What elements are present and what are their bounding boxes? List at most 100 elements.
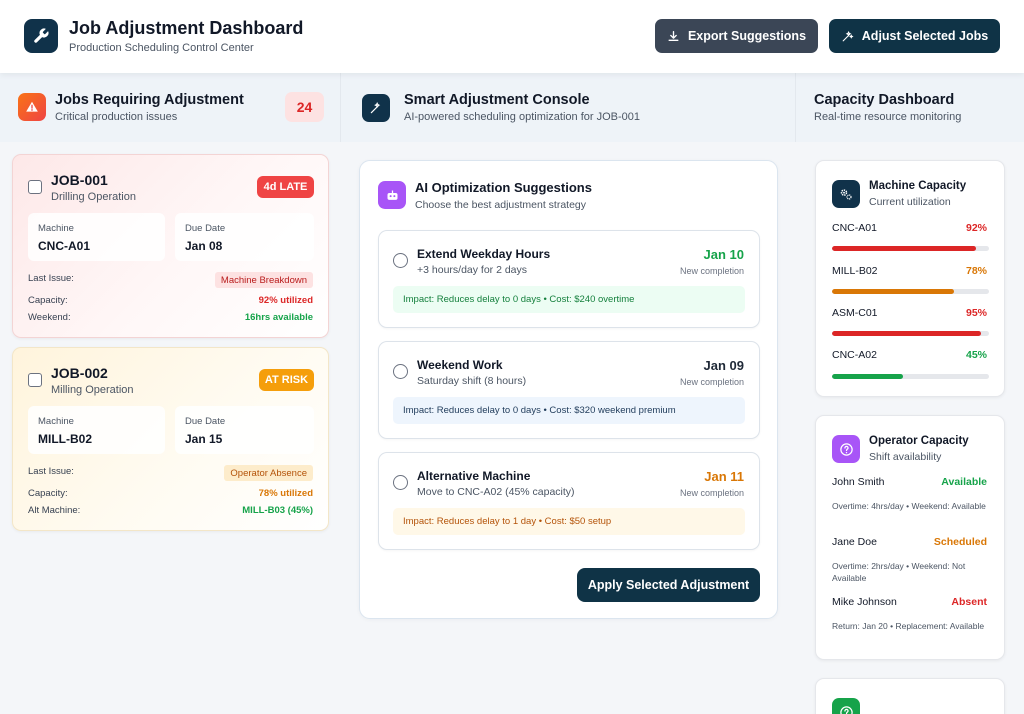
option-radio[interactable] bbox=[393, 364, 408, 379]
operator-capacity-title: Operator Capacity bbox=[869, 435, 969, 447]
option-radio[interactable] bbox=[393, 475, 408, 490]
job-id: JOB-001 bbox=[51, 172, 108, 188]
operator-name: John Smith bbox=[832, 476, 885, 488]
option-description: Move to CNC-A02 (45% capacity) bbox=[417, 486, 575, 498]
page-title: Job Adjustment Dashboard bbox=[69, 18, 304, 38]
option-completion-label: New completion bbox=[679, 377, 744, 387]
due-date-label: Due Date bbox=[185, 223, 226, 234]
last-issue-tag: Machine Breakdown bbox=[214, 272, 313, 288]
export-suggestions-button[interactable]: Export Suggestions bbox=[655, 19, 818, 53]
capacity-panel-header: Capacity Dashboard Real-time resource mo… bbox=[796, 73, 1024, 142]
wrench-icon bbox=[24, 19, 58, 53]
machine-utilization: 92% bbox=[965, 222, 987, 234]
machine-label: Machine bbox=[38, 223, 74, 234]
adjust-selected-jobs-button[interactable]: Adjust Selected Jobs bbox=[829, 19, 1000, 53]
machine-capacity-card: Machine Capacity Current utilization CNC… bbox=[815, 160, 1005, 397]
additional-capacity-card bbox=[815, 678, 1005, 714]
export-suggestions-label: Export Suggestions bbox=[687, 29, 807, 43]
operator-capacity-subtitle: Shift availability bbox=[869, 451, 942, 463]
option-impact: Impact: Reduces delay to 0 days • Cost: … bbox=[393, 286, 745, 313]
job-select-checkbox[interactable] bbox=[28, 373, 42, 387]
utilization-bar-fill bbox=[832, 374, 903, 379]
magic-wand-icon bbox=[842, 30, 854, 41]
status-badge: AT RISK bbox=[259, 369, 314, 391]
capacity-value: 92% utilized bbox=[258, 295, 313, 306]
jobs-panel-header: Jobs Requiring Adjustment Critical produ… bbox=[0, 73, 341, 142]
page-subtitle: Production Scheduling Control Center bbox=[69, 42, 254, 54]
alt-machine-label: Alt Machine: bbox=[28, 505, 81, 516]
option-radio[interactable] bbox=[393, 253, 408, 268]
capacity-subtitle: Real-time resource monitoring bbox=[814, 111, 962, 123]
capacity-title: Capacity Dashboard bbox=[814, 92, 955, 108]
option-title: Alternative Machine bbox=[417, 469, 531, 483]
option-impact: Impact: Reduces delay to 0 days • Cost: … bbox=[393, 397, 745, 424]
suggestion-option-extend-hours[interactable]: Extend Weekday Hours +3 hours/day for 2 … bbox=[378, 230, 760, 328]
machine-utilization: 78% bbox=[965, 265, 987, 277]
machine-capacity-subtitle: Current utilization bbox=[869, 196, 951, 208]
utilization-bar-fill bbox=[832, 246, 977, 251]
operator-note: Return: Jan 20 • Replacement: Available bbox=[832, 621, 985, 631]
suggestion-option-weekend-work[interactable]: Weekend Work Saturday shift (8 hours) Ja… bbox=[378, 341, 760, 439]
capacity-label: Capacity: bbox=[28, 488, 68, 499]
magic-wand-icon bbox=[362, 94, 390, 122]
machine-utilization: 95% bbox=[965, 307, 987, 319]
console-panel-header: Smart Adjustment Console AI-powered sche… bbox=[341, 73, 796, 142]
machine-value: CNC-A01 bbox=[38, 239, 91, 253]
utilization-bar bbox=[832, 374, 989, 379]
alt-machine-value: MILL-B03 (45%) bbox=[242, 505, 313, 516]
job-select-checkbox[interactable] bbox=[28, 180, 42, 194]
operator-note: Overtime: 4hrs/day • Weekend: Available bbox=[832, 501, 986, 511]
machine-capacity-title: Machine Capacity bbox=[869, 180, 967, 192]
operator-status: Absent bbox=[951, 596, 987, 608]
option-completion-date: Jan 11 bbox=[704, 469, 744, 484]
adjust-selected-jobs-label: Adjust Selected Jobs bbox=[861, 29, 989, 43]
job-card-job-002[interactable]: JOB-002 Milling Operation AT RISK Machin… bbox=[12, 347, 329, 531]
job-operation: Milling Operation bbox=[51, 384, 134, 396]
machine-name: CNC-A02 bbox=[832, 349, 877, 361]
weekend-value: 16hrs available bbox=[244, 312, 313, 323]
due-date-label: Due Date bbox=[185, 416, 226, 427]
suggestion-option-alternative-machine[interactable]: Alternative Machine Move to CNC-A02 (45%… bbox=[378, 452, 760, 550]
utilization-bar-fill bbox=[832, 289, 955, 294]
last-issue-label: Last Issue: bbox=[28, 466, 74, 477]
utilization-bar bbox=[832, 331, 989, 336]
utilization-bar-fill bbox=[832, 331, 982, 336]
utilization-bar bbox=[832, 246, 989, 251]
operator-capacity-card: Operator Capacity Shift availability Joh… bbox=[815, 415, 1005, 660]
download-icon bbox=[668, 30, 679, 41]
due-date-info: Due Date Jan 08 bbox=[175, 213, 314, 261]
due-date-value: Jan 08 bbox=[185, 239, 223, 253]
ai-suggestions-panel: AI Optimization Suggestions Choose the b… bbox=[359, 160, 778, 619]
warning-icon bbox=[18, 93, 46, 121]
jobs-panel-subtitle: Critical production issues bbox=[55, 111, 178, 123]
last-issue-label: Last Issue: bbox=[28, 273, 74, 284]
last-issue-tag: Operator Absence bbox=[224, 465, 313, 481]
due-date-info: Due Date Jan 15 bbox=[175, 406, 314, 454]
option-completion-date: Jan 09 bbox=[703, 358, 744, 373]
job-card-job-001[interactable]: JOB-001 Drilling Operation 4d LATE Machi… bbox=[12, 154, 329, 338]
option-completion-label: New completion bbox=[679, 266, 744, 276]
robot-icon bbox=[378, 181, 406, 209]
machine-name: ASM-C01 bbox=[832, 307, 878, 319]
operator-name: Mike Johnson bbox=[832, 596, 897, 608]
weekend-label: Weekend: bbox=[28, 312, 71, 323]
jobs-count-badge: 24 bbox=[285, 92, 324, 122]
machine-info: Machine MILL-B02 bbox=[28, 406, 165, 454]
job-id: JOB-002 bbox=[51, 365, 108, 381]
gears-icon bbox=[832, 180, 860, 208]
machine-value: MILL-B02 bbox=[38, 432, 92, 446]
machine-name: MILL-B02 bbox=[832, 265, 878, 277]
apply-adjustment-button[interactable]: Apply Selected Adjustment bbox=[577, 568, 760, 602]
machine-utilization: 45% bbox=[965, 349, 987, 361]
app-header: Job Adjustment Dashboard Production Sche… bbox=[0, 0, 1024, 73]
option-title: Weekend Work bbox=[417, 358, 503, 372]
console-title: Smart Adjustment Console bbox=[404, 92, 590, 108]
status-badge: 4d LATE bbox=[257, 176, 314, 198]
question-icon bbox=[832, 698, 860, 714]
option-description: +3 hours/day for 2 days bbox=[417, 264, 528, 276]
machine-info: Machine CNC-A01 bbox=[28, 213, 165, 261]
capacity-value: 78% utilized bbox=[258, 488, 313, 499]
due-date-value: Jan 15 bbox=[185, 432, 223, 446]
operator-name: Jane Doe bbox=[832, 536, 877, 548]
ai-suggestions-title: AI Optimization Suggestions bbox=[415, 180, 592, 195]
